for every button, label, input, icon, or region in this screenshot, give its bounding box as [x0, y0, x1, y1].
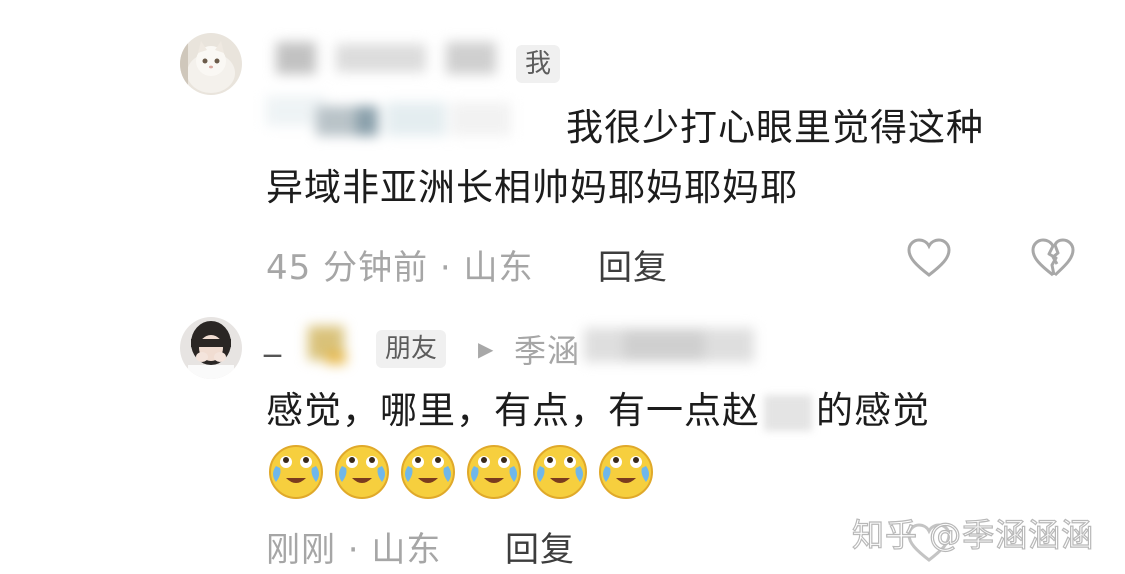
comment-time-location-2: 刚刚 · 山东: [266, 530, 442, 570]
comment-text-line1: 我很少打心眼里觉得这种: [566, 106, 984, 149]
comment-text-tail: 的感觉: [816, 389, 930, 432]
censored-name: [764, 394, 812, 431]
username-prefix[interactable]: _: [264, 318, 281, 358]
emoji-row: [266, 440, 656, 500]
like-heart-icon[interactable]: [906, 237, 952, 279]
reply-button-2[interactable]: 回复: [505, 522, 575, 571]
crying-laughing-emoji-icon: [335, 445, 389, 499]
username-censored-2[interactable]: [298, 322, 378, 370]
reply-to-username[interactable]: 季涵: [514, 326, 580, 372]
dislike-broken-heart-icon[interactable]: [1030, 237, 1076, 279]
comment-time-location: 45 分钟前 · 山东: [266, 248, 534, 288]
comment-text-line2: 异域非亚洲长相帅妈耶妈耶妈耶: [266, 166, 798, 209]
crying-laughing-emoji-icon: [269, 445, 323, 499]
reply-button[interactable]: 回复: [598, 240, 668, 289]
reply-arrow-icon: ▶: [478, 337, 494, 361]
zhihu-watermark: 知乎 @季涵涵涵: [851, 515, 1095, 554]
avatar-girl[interactable]: [180, 317, 242, 379]
friend-badge: 朋友: [376, 330, 447, 368]
avatar-cat[interactable]: [180, 33, 242, 95]
me-badge: 我: [516, 45, 561, 83]
comment-text-main: 感觉，哪里，有点，有一点赵: [266, 389, 760, 432]
username-censored[interactable]: [246, 36, 516, 176]
crying-laughing-emoji-icon: [401, 445, 455, 499]
comment-text: 感觉，哪里，有点，有一点赵 的感觉: [266, 381, 930, 441]
crying-laughing-emoji-icon: [467, 445, 521, 499]
reply-to-censored: [584, 324, 764, 368]
crying-laughing-emoji-icon: [533, 445, 587, 499]
crying-laughing-emoji-icon: [599, 445, 653, 499]
